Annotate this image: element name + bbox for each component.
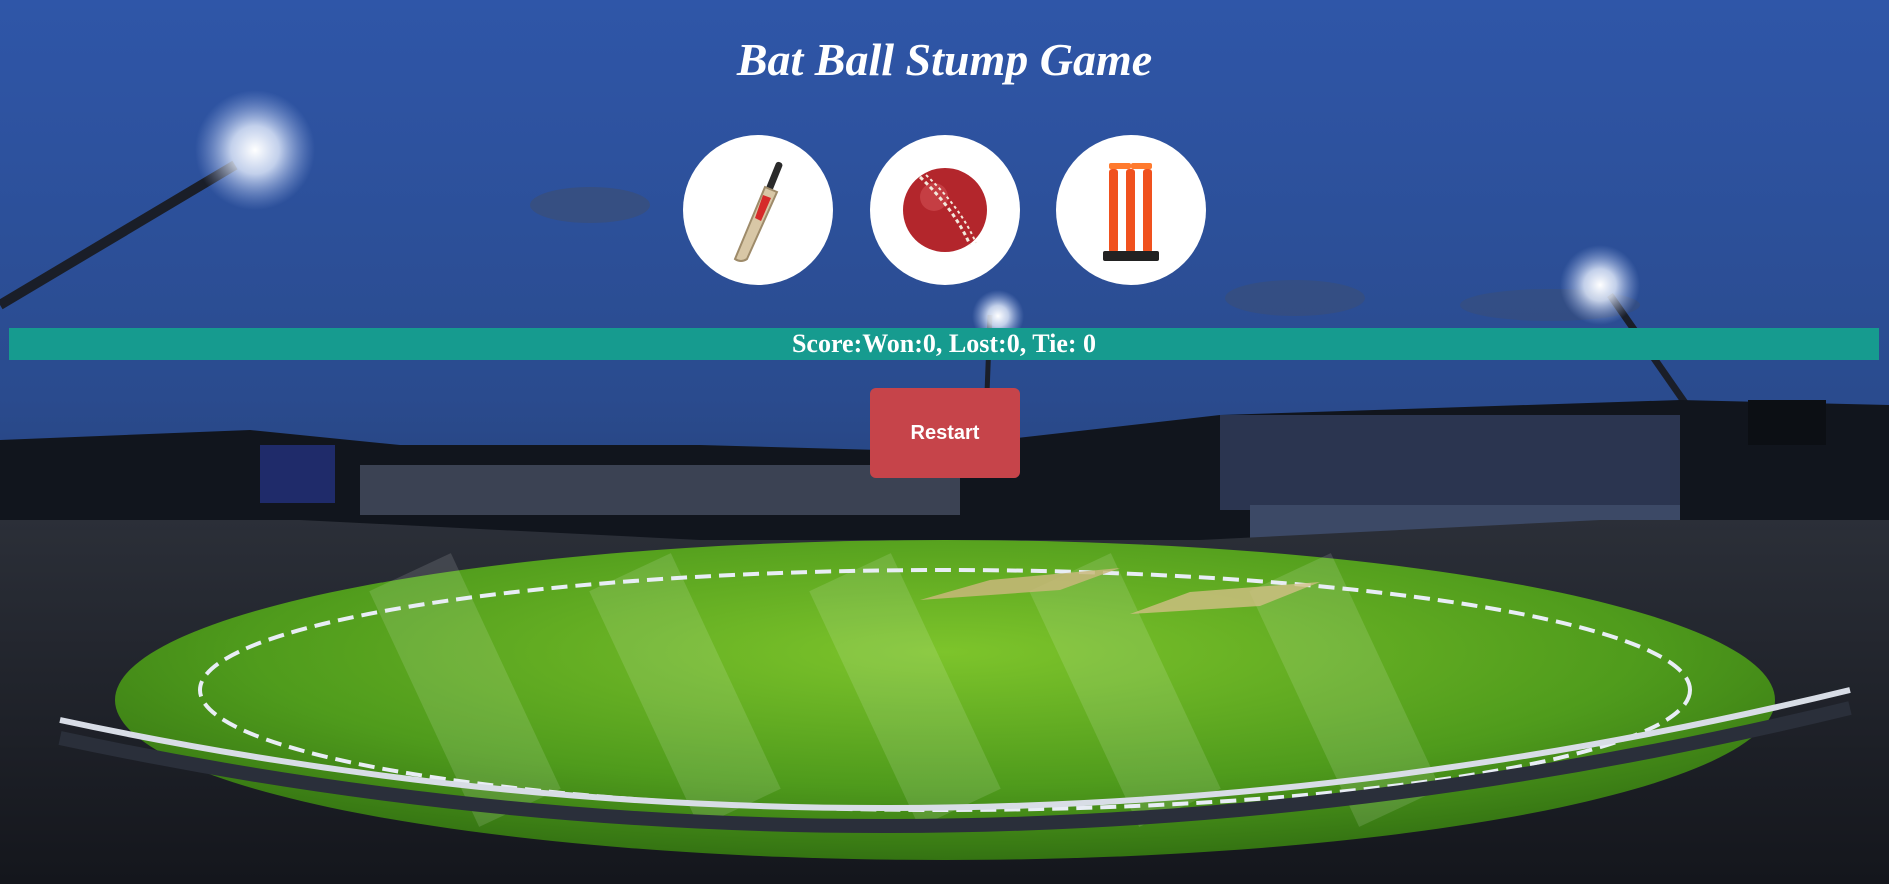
choice-buttons — [683, 135, 1207, 285]
stump-button[interactable] — [1056, 135, 1206, 285]
cricket-ball-icon — [903, 168, 987, 252]
restart-button[interactable]: Restart — [870, 388, 1020, 478]
game-title: Bat Ball Stump Game — [736, 34, 1153, 85]
cricket-stumps-icon — [1103, 163, 1159, 261]
score-display: Score:Won:0, Lost:0, Tie: 0 — [9, 328, 1879, 360]
ball-button[interactable] — [870, 135, 1020, 285]
bat-button[interactable] — [683, 135, 833, 285]
cricket-bat-icon — [733, 161, 783, 262]
